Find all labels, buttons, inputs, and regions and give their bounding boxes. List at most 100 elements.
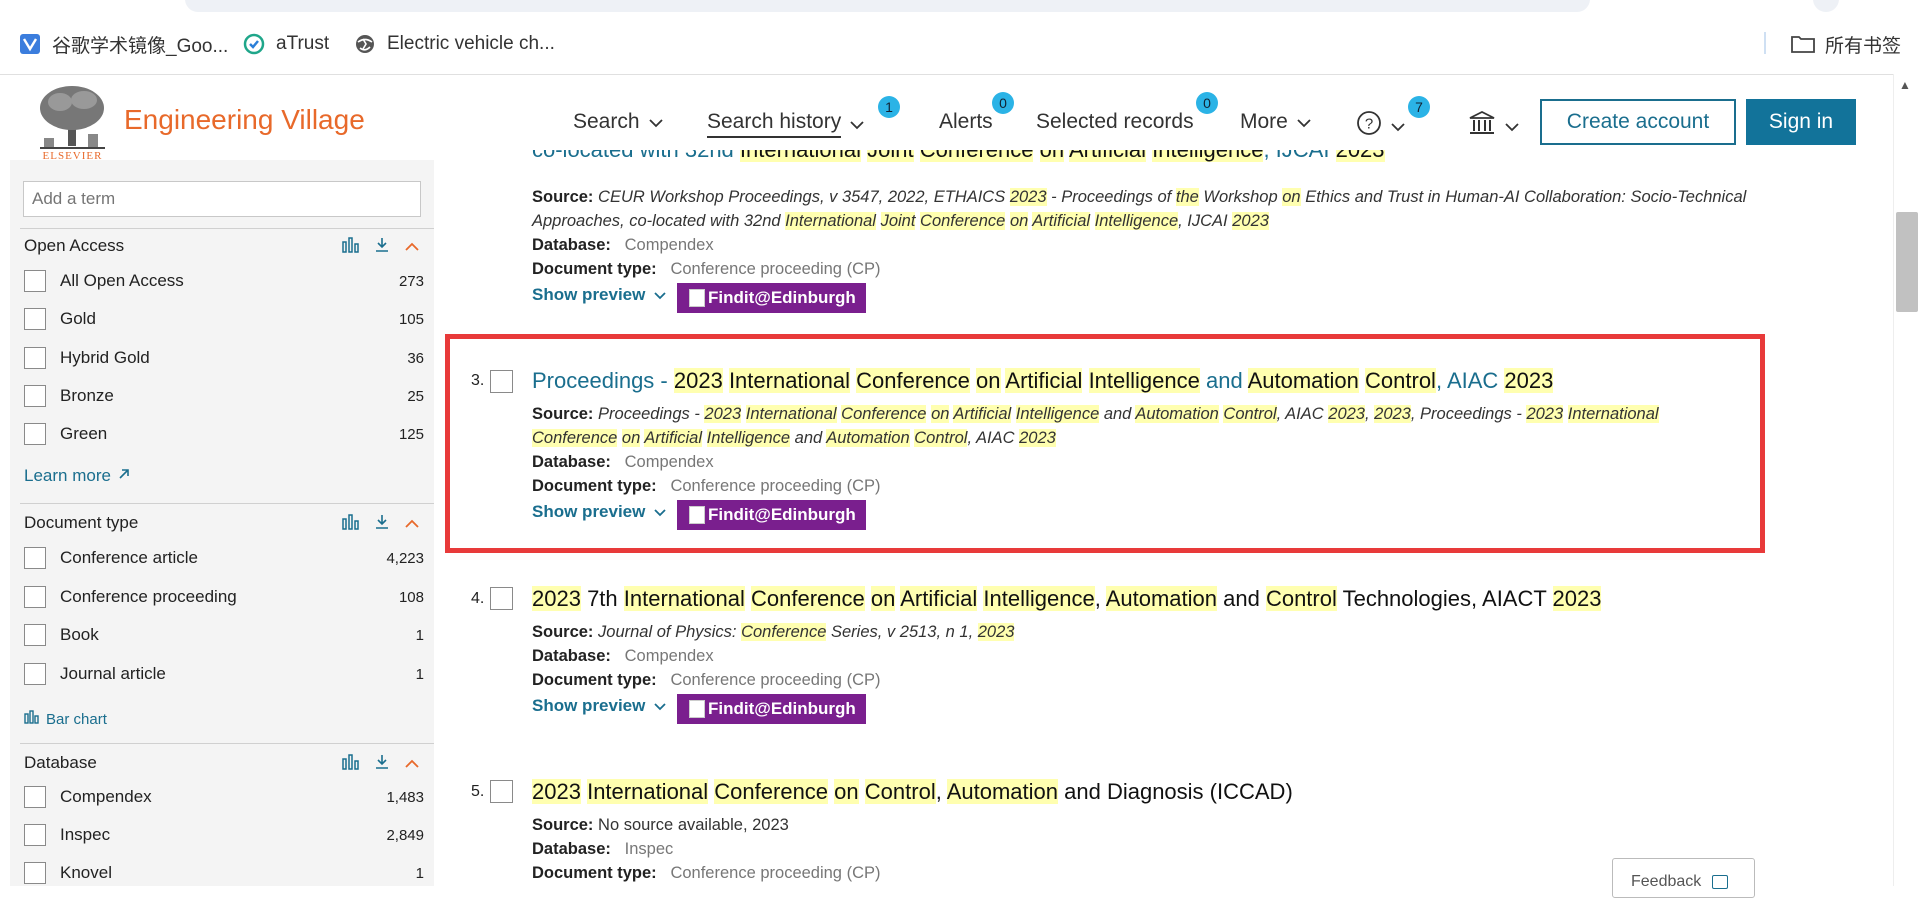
- chevron-up-icon[interactable]: [404, 516, 420, 534]
- divider: [20, 228, 434, 229]
- nav-selected-records[interactable]: Selected records: [1036, 110, 1194, 134]
- checkbox[interactable]: [24, 663, 46, 685]
- filter-hybrid-gold[interactable]: Hybrid Gold 36: [24, 345, 424, 371]
- download-icon[interactable]: [374, 754, 390, 775]
- source-text: Conference on Artificial Intelligence an…: [532, 429, 1056, 447]
- findit-label: Findit@Edinburgh: [708, 505, 856, 524]
- chevron-down-icon: [653, 696, 667, 716]
- chevron-up-icon[interactable]: [404, 756, 420, 774]
- checkbox[interactable]: [24, 547, 46, 569]
- filter-green[interactable]: Green 125: [24, 421, 424, 447]
- nav-alerts[interactable]: Alerts: [939, 110, 993, 134]
- filter-label: Journal article: [60, 664, 166, 683]
- scroll-up-arrow[interactable]: ▲: [1899, 78, 1911, 92]
- download-icon[interactable]: [374, 514, 390, 535]
- download-icon[interactable]: [374, 237, 390, 258]
- learn-more-label: Learn more: [24, 466, 111, 485]
- source-text: No source available, 2023: [598, 816, 789, 834]
- result-checkbox[interactable]: [490, 370, 513, 393]
- result-checkbox[interactable]: [490, 587, 513, 610]
- result-title-link[interactable]: 2023 7th International Conference on Art…: [532, 586, 1602, 612]
- broken-image-icon: [689, 700, 705, 718]
- filter-label: All Open Access: [60, 271, 184, 290]
- bookmark-atrust[interactable]: aTrust: [242, 30, 329, 58]
- show-preview-toggle[interactable]: Show preview: [532, 696, 667, 716]
- nav-search-history[interactable]: Search history: [707, 110, 865, 138]
- database-value: Inspec: [624, 840, 674, 858]
- show-preview-toggle[interactable]: Show preview: [532, 502, 667, 522]
- result-database: Database: Compendex: [532, 453, 714, 472]
- result-checkbox[interactable]: [490, 780, 513, 803]
- bookmark-electric-vehicle[interactable]: Electric vehicle ch...: [353, 30, 555, 58]
- filter-compendex[interactable]: Compendex 1,483: [24, 784, 424, 810]
- filter-bronze[interactable]: Bronze 25: [24, 383, 424, 409]
- bookmark-google-scholar[interactable]: 谷歌学术镜像_Goo...: [18, 30, 228, 58]
- nav-more[interactable]: More: [1240, 110, 1312, 134]
- nav-institution[interactable]: [1468, 110, 1520, 142]
- bar-chart-link[interactable]: Bar chart: [24, 710, 107, 728]
- checkbox[interactable]: [24, 270, 46, 292]
- filter-inspec[interactable]: Inspec 2,849: [24, 822, 424, 848]
- checkbox[interactable]: [24, 347, 46, 369]
- checkbox[interactable]: [24, 824, 46, 846]
- filter-label: Hybrid Gold: [60, 348, 150, 367]
- address-bar[interactable]: [185, 0, 1590, 12]
- learn-more-link[interactable]: Learn more: [24, 466, 131, 486]
- bar-chart-icon[interactable]: [342, 754, 360, 775]
- elsevier-logo[interactable]: ELSEVIER: [36, 84, 109, 162]
- checkbox[interactable]: [24, 786, 46, 808]
- findit-button[interactable]: Findit@Edinburgh: [677, 500, 866, 530]
- result-doc-type: Document type: Conference proceeding (CP…: [532, 864, 880, 883]
- divider: [20, 743, 434, 744]
- filter-count: 108: [398, 588, 424, 606]
- scrollbar-track[interactable]: [1893, 74, 1920, 886]
- divider: [20, 503, 434, 504]
- site-title[interactable]: Engineering Village: [124, 104, 365, 136]
- bar-chart-icon: [24, 710, 40, 728]
- database-title: Database: [24, 753, 97, 772]
- filter-count: 273: [398, 272, 424, 290]
- result-source: Source: CEUR Workshop Proceedings, v 354…: [532, 188, 1746, 207]
- sign-in-button[interactable]: Sign in: [1746, 99, 1856, 145]
- filter-gold[interactable]: Gold 105: [24, 306, 424, 332]
- filter-knovel[interactable]: Knovel 1: [24, 860, 424, 886]
- bar-chart-icon[interactable]: [342, 514, 360, 535]
- all-bookmarks-button[interactable]: 所有书签: [1791, 30, 1901, 58]
- filter-count: 36: [407, 349, 424, 367]
- result-title-link[interactable]: 2023 International Conference on Control…: [532, 779, 1293, 805]
- filter-conference-article[interactable]: Conference article 4,223: [24, 545, 424, 571]
- chevron-down-icon: [849, 112, 865, 136]
- result-title-link[interactable]: Proceedings - 2023 International Confere…: [532, 368, 1554, 394]
- chevron-up-icon[interactable]: [404, 239, 420, 257]
- checkbox[interactable]: [24, 862, 46, 884]
- result-title-link[interactable]: co-located with 32nd International Joint…: [532, 150, 1385, 176]
- profile-button[interactable]: [1813, 0, 1839, 12]
- checkbox[interactable]: [24, 308, 46, 330]
- findit-button[interactable]: Findit@Edinburgh: [677, 283, 866, 313]
- bar-chart-label: Bar chart: [46, 710, 107, 728]
- filter-all-open-access[interactable]: All Open Access 273: [24, 268, 424, 294]
- nav-search[interactable]: Search: [573, 110, 664, 134]
- filter-label: Inspec: [60, 825, 111, 844]
- result-database: Database: Compendex: [532, 236, 714, 255]
- doc-type-value: Conference proceeding (CP): [670, 671, 881, 689]
- create-account-button[interactable]: Create account: [1540, 99, 1736, 145]
- filter-conference-proceeding[interactable]: Conference proceeding 108: [24, 584, 424, 610]
- checkbox[interactable]: [24, 423, 46, 445]
- checkbox[interactable]: [24, 586, 46, 608]
- show-preview-toggle[interactable]: Show preview: [532, 285, 667, 305]
- filter-journal-article[interactable]: Journal article 1: [24, 661, 424, 687]
- filter-book[interactable]: Book 1: [24, 622, 424, 648]
- feedback-button[interactable]: Feedback: [1612, 858, 1755, 898]
- scrollbar-thumb[interactable]: [1896, 212, 1918, 312]
- add-term-input[interactable]: [23, 181, 421, 217]
- bookmark-label: Electric vehicle ch...: [387, 33, 555, 54]
- checkbox[interactable]: [24, 624, 46, 646]
- bar-chart-icon[interactable]: [342, 237, 360, 258]
- feedback-label: Feedback: [1631, 873, 1702, 890]
- database-value: Compendex: [624, 453, 714, 471]
- doc-type-value: Conference proceeding (CP): [670, 477, 881, 495]
- checkbox[interactable]: [24, 385, 46, 407]
- findit-button[interactable]: Findit@Edinburgh: [677, 694, 866, 724]
- nav-help[interactable]: ?: [1356, 110, 1406, 142]
